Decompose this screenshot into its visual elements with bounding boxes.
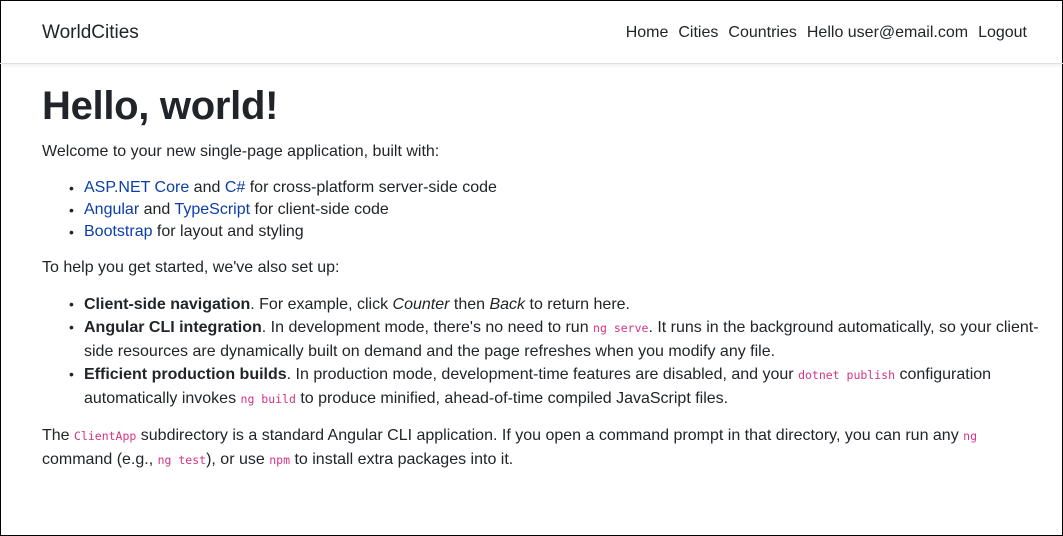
aspnet-core-link[interactable]: ASP.NET Core — [84, 179, 189, 196]
feature-title: Angular CLI integration — [84, 319, 262, 336]
nav-countries[interactable]: Countries — [728, 24, 796, 42]
main-content: Hello, world! Welcome to your new single… — [42, 82, 1042, 472]
feature-text: . In development mode, there's no need t… — [261, 319, 594, 336]
features-list: Client-side navigation. For example, cli… — [42, 293, 1042, 411]
list-item-text: for layout and styling — [152, 223, 304, 240]
feature-text: . For example, click — [250, 296, 393, 313]
inline-code: ng test — [157, 453, 207, 467]
intro-text: Welcome to your new single-page applicat… — [42, 143, 440, 160]
feature-text: then — [449, 296, 490, 313]
list-item: Client-side navigation. For example, cli… — [42, 293, 1042, 316]
list-item: Angular CLI integration. In development … — [42, 316, 1042, 363]
built-with-list: ASP.NET Core and C# for cross-platform s… — [42, 177, 1042, 243]
feature-emphasis: Counter — [392, 296, 450, 313]
list-item: ASP.NET Core and C# for cross-platform s… — [42, 177, 1042, 199]
nav-menu: Home Cities Countries Hello user@email.c… — [616, 24, 1027, 42]
feature-emphasis: Back — [489, 296, 526, 313]
list-item: Bootstrap for layout and styling — [42, 221, 1042, 243]
paragraph-text: The — [42, 427, 75, 444]
list-item-text: for client-side code — [250, 201, 389, 218]
nav-logout[interactable]: Logout — [978, 24, 1027, 42]
list-item-text: for cross-platform server-side code — [245, 179, 497, 196]
list-item: Efficient production builds. In producti… — [42, 363, 1042, 411]
typescript-link[interactable]: TypeScript — [174, 201, 250, 218]
feature-title: Efficient production builds — [84, 366, 287, 383]
angular-link[interactable]: Angular — [84, 201, 139, 218]
list-item-text: and — [139, 201, 175, 218]
csharp-link[interactable]: C# — [225, 179, 245, 196]
paragraph-text: ), or use — [206, 451, 270, 468]
inline-code: dotnet publish — [798, 368, 895, 382]
list-item-text: and — [189, 179, 225, 196]
nav-user-greeting[interactable]: Hello user@email.com — [807, 24, 968, 42]
feature-text: to produce minified, ahead-of-time compi… — [295, 390, 729, 407]
nav-cities[interactable]: Cities — [678, 24, 718, 42]
navbar: WorldCities Home Cities Countries Hello … — [0, 0, 1063, 64]
feature-text: . In production mode, development-time f… — [286, 366, 799, 383]
brand-link[interactable]: WorldCities — [42, 22, 139, 44]
inline-code: ng build — [240, 392, 296, 406]
list-item: Angular and TypeScript for client-side c… — [42, 199, 1042, 221]
paragraph-text: subdirectory is a standard Angular CLI a… — [136, 427, 964, 444]
inline-code: ng serve — [593, 321, 649, 335]
nav-home[interactable]: Home — [626, 24, 669, 42]
feature-title: Client-side navigation — [84, 296, 251, 313]
page-title: Hello, world! — [42, 84, 279, 128]
inline-code: ClientApp — [74, 429, 137, 443]
clientapp-paragraph: The ClientApp subdirectory is a standard… — [42, 424, 1042, 472]
inline-code: ng — [963, 429, 978, 443]
inline-code: npm — [269, 453, 290, 467]
paragraph-text: to install extra packages into it. — [290, 451, 514, 468]
setup-intro-text: To help you get started, we've also set … — [42, 259, 340, 276]
bootstrap-link[interactable]: Bootstrap — [84, 223, 152, 240]
paragraph-text: command (e.g., — [42, 451, 158, 468]
feature-text: to return here. — [525, 296, 630, 313]
